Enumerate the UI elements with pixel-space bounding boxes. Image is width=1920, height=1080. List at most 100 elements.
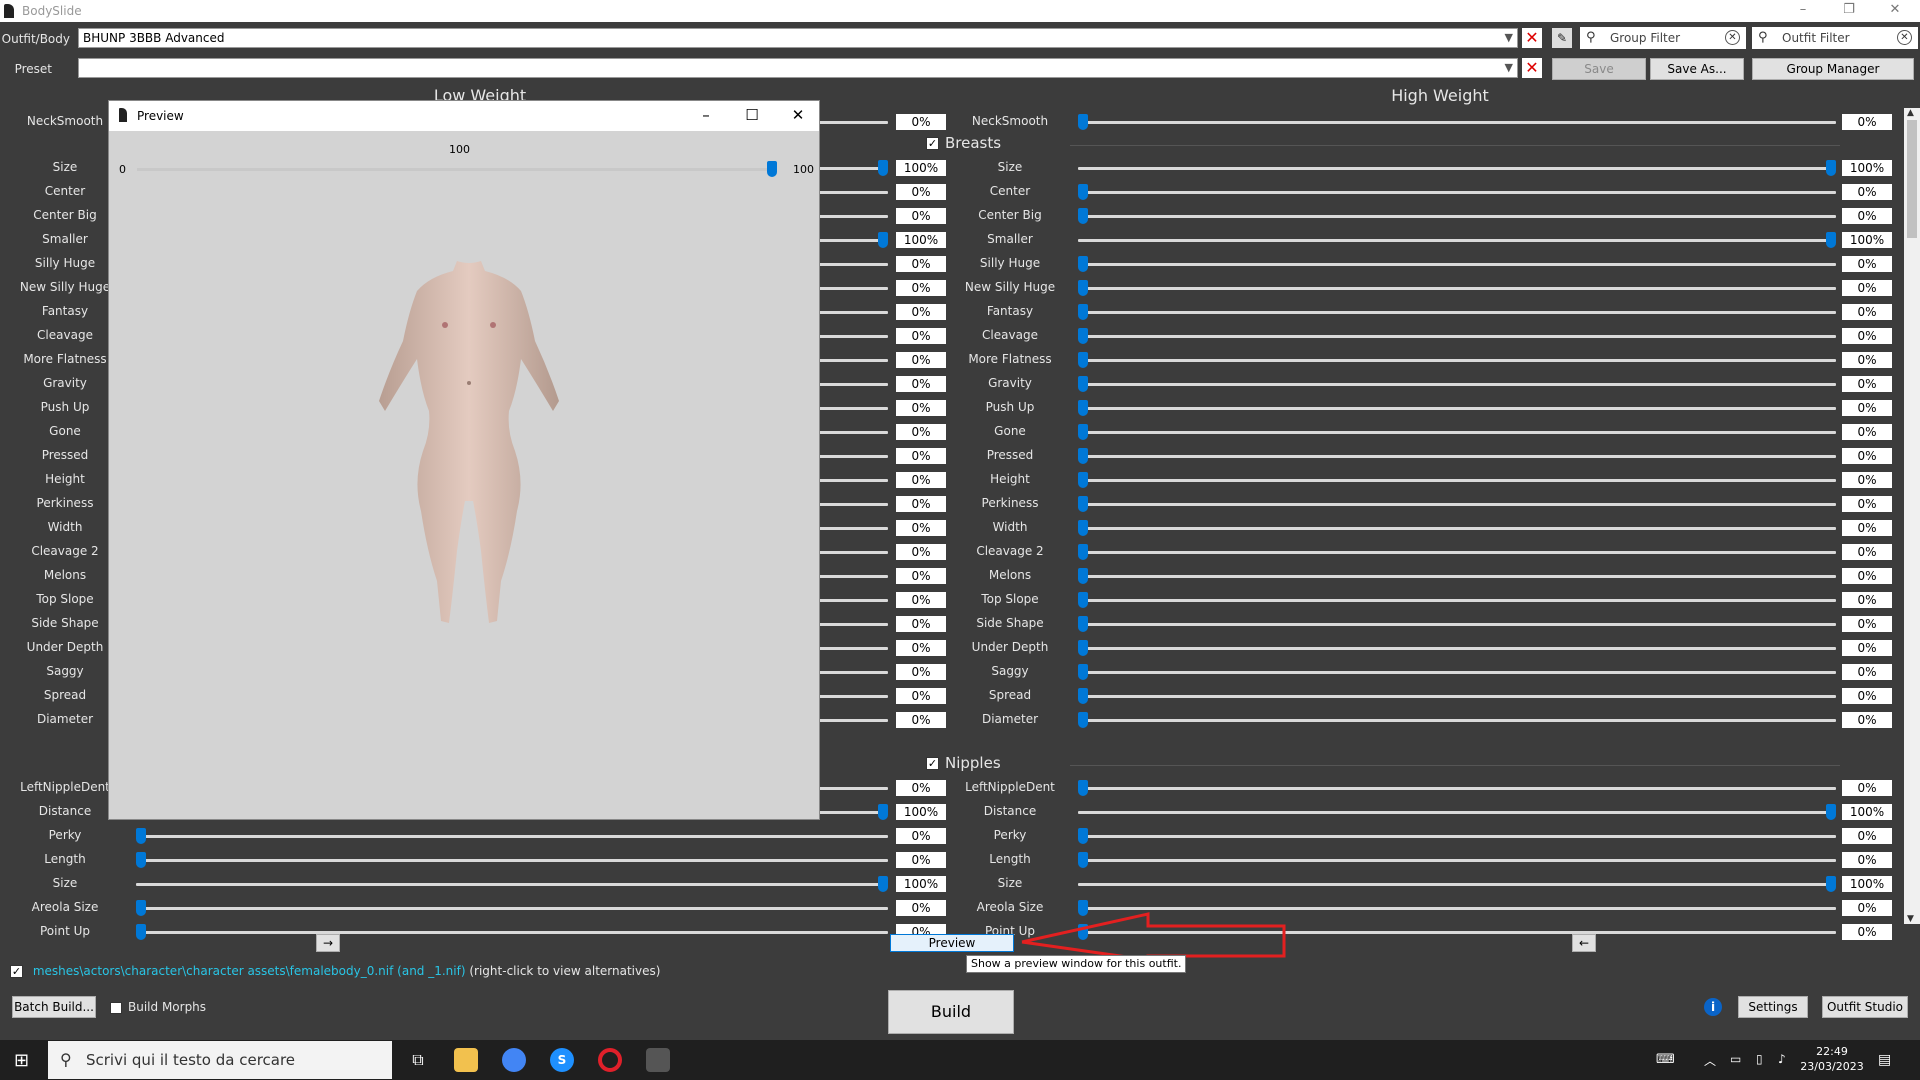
high-slider-track[interactable]: [1078, 431, 1836, 434]
high-slider-track[interactable]: [1078, 311, 1836, 314]
high-value-field[interactable]: 0%: [1842, 184, 1892, 200]
high-slider-track[interactable]: [1078, 121, 1836, 124]
high-slider-thumb[interactable]: [1078, 352, 1088, 368]
high-slider-thumb[interactable]: [1078, 780, 1088, 796]
low-slider-thumb[interactable]: [136, 852, 146, 868]
low-value-field[interactable]: 0%: [896, 400, 946, 416]
group-checkbox[interactable]: ✓: [926, 137, 939, 150]
high-slider-thumb[interactable]: [1078, 304, 1088, 320]
outfit-filter-input[interactable]: ⚲ Outfit Filter ✕: [1752, 27, 1918, 49]
high-slider-thumb[interactable]: [1826, 876, 1836, 892]
low-value-field[interactable]: 100%: [896, 876, 946, 892]
high-slider-thumb[interactable]: [1078, 640, 1088, 656]
high-value-field[interactable]: 0%: [1842, 304, 1892, 320]
high-slider-track[interactable]: [1078, 695, 1836, 698]
low-value-field[interactable]: 0%: [896, 496, 946, 512]
maximize-button[interactable]: ❐: [1826, 0, 1872, 22]
high-value-field[interactable]: 0%: [1842, 688, 1892, 704]
high-slider-thumb[interactable]: [1078, 208, 1088, 224]
volume-icon[interactable]: ♪: [1778, 1052, 1786, 1066]
minimize-button[interactable]: –: [1780, 0, 1826, 22]
low-value-field[interactable]: 0%: [896, 256, 946, 272]
clear-outfit-button[interactable]: ✕: [1522, 28, 1542, 48]
high-slider-track[interactable]: [1078, 503, 1836, 506]
high-slider-track[interactable]: [1078, 527, 1836, 530]
high-slider-track[interactable]: [1078, 551, 1836, 554]
high-value-field[interactable]: 0%: [1842, 208, 1892, 224]
high-slider-track[interactable]: [1078, 719, 1836, 722]
low-value-field[interactable]: 0%: [896, 114, 946, 130]
high-value-field[interactable]: 0%: [1842, 328, 1892, 344]
build-morphs-checkbox[interactable]: [110, 1001, 122, 1014]
high-value-field[interactable]: 0%: [1842, 520, 1892, 536]
high-value-field[interactable]: 0%: [1842, 376, 1892, 392]
high-value-field[interactable]: 0%: [1842, 352, 1892, 368]
high-slider-thumb[interactable]: [1826, 232, 1836, 248]
high-value-field[interactable]: 100%: [1842, 876, 1892, 892]
pick-outfit-icon[interactable]: ✎: [1552, 28, 1572, 48]
high-slider-track[interactable]: [1078, 335, 1836, 338]
low-value-field[interactable]: 0%: [896, 664, 946, 680]
build-button[interactable]: Build: [888, 990, 1014, 1034]
clear-preset-button[interactable]: ✕: [1522, 58, 1542, 78]
high-value-field[interactable]: 0%: [1842, 496, 1892, 512]
high-value-field[interactable]: 100%: [1842, 804, 1892, 820]
high-slider-thumb[interactable]: [1078, 520, 1088, 536]
high-slider-track[interactable]: [1078, 883, 1836, 886]
windows-start-icon[interactable]: ⊞: [14, 1050, 29, 1071]
low-slider-track[interactable]: [136, 907, 888, 910]
high-slider-thumb[interactable]: [1078, 828, 1088, 844]
low-value-field[interactable]: 0%: [896, 828, 946, 844]
high-slider-thumb[interactable]: [1078, 544, 1088, 560]
low-value-field[interactable]: 0%: [896, 472, 946, 488]
high-slider-track[interactable]: [1078, 215, 1836, 218]
batch-build-button[interactable]: Batch Build...: [12, 996, 96, 1018]
opera-icon[interactable]: [598, 1048, 622, 1072]
high-value-field[interactable]: 0%: [1842, 424, 1892, 440]
high-slider-track[interactable]: [1078, 359, 1836, 362]
low-slider-track[interactable]: [136, 835, 888, 838]
copy-to-high-button[interactable]: →: [316, 934, 340, 952]
low-slider-thumb[interactable]: [136, 900, 146, 916]
high-value-field[interactable]: 0%: [1842, 256, 1892, 272]
body-preview-render[interactable]: [339, 251, 599, 641]
low-value-field[interactable]: 0%: [896, 280, 946, 296]
clear-group-filter-icon[interactable]: ✕: [1725, 30, 1740, 45]
preset-combo[interactable]: ▼: [78, 58, 1518, 78]
high-slider-track[interactable]: [1078, 575, 1836, 578]
high-slider-thumb[interactable]: [1078, 592, 1088, 608]
low-value-field[interactable]: 0%: [896, 376, 946, 392]
high-slider-track[interactable]: [1078, 479, 1836, 482]
group-header-breasts[interactable]: ✓ Breasts: [926, 134, 1001, 152]
low-slider-thumb[interactable]: [878, 160, 888, 176]
high-slider-thumb[interactable]: [1078, 328, 1088, 344]
high-value-field[interactable]: 0%: [1842, 712, 1892, 728]
outfit-studio-button[interactable]: Outfit Studio: [1822, 996, 1908, 1018]
close-button[interactable]: ✕: [1872, 0, 1918, 22]
high-slider-thumb[interactable]: [1078, 852, 1088, 868]
high-slider-thumb[interactable]: [1078, 496, 1088, 512]
high-slider-thumb[interactable]: [1078, 664, 1088, 680]
high-slider-thumb[interactable]: [1078, 472, 1088, 488]
low-value-field[interactable]: 0%: [896, 852, 946, 868]
high-value-field[interactable]: 0%: [1842, 900, 1892, 916]
preview-slider-track[interactable]: [137, 168, 777, 171]
low-value-field[interactable]: 0%: [896, 592, 946, 608]
file-explorer-icon[interactable]: [454, 1048, 478, 1072]
high-slider-track[interactable]: [1078, 671, 1836, 674]
high-slider-track[interactable]: [1078, 263, 1836, 266]
preview-maximize-button[interactable]: ☐: [737, 106, 767, 124]
group-filter-input[interactable]: ⚲ Group Filter ✕: [1580, 27, 1746, 49]
save-as-button[interactable]: Save As...: [1650, 58, 1744, 80]
low-value-field[interactable]: 0%: [896, 448, 946, 464]
low-slider-track[interactable]: [136, 931, 888, 934]
low-slider-thumb[interactable]: [878, 232, 888, 248]
network-icon[interactable]: ▭: [1730, 1052, 1741, 1066]
low-value-field[interactable]: 0%: [896, 640, 946, 656]
notification-icon[interactable]: ▤: [1878, 1052, 1891, 1068]
chevron-up-icon[interactable]: ︿: [1704, 1052, 1716, 1069]
high-value-field[interactable]: 0%: [1842, 448, 1892, 464]
low-value-field[interactable]: 100%: [896, 232, 946, 248]
preview-minimize-button[interactable]: –: [691, 106, 721, 124]
high-slider-thumb[interactable]: [1078, 616, 1088, 632]
